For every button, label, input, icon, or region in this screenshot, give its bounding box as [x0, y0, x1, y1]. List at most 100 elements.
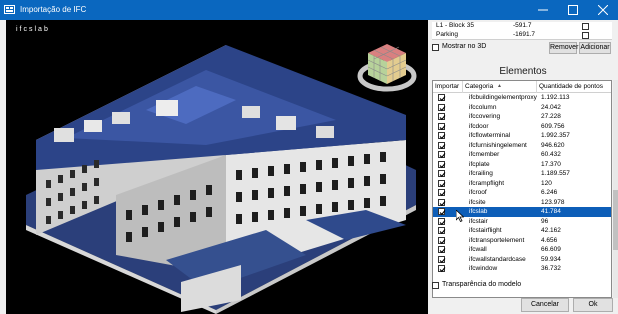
table-row[interactable]: ifcwindow 36.732 — [433, 264, 611, 274]
column-header-category[interactable]: Categoria ▲ — [463, 81, 537, 93]
column-header-point-count[interactable]: Quantidade de pontos — [537, 81, 611, 93]
add-button[interactable]: Adicionar — [579, 42, 611, 54]
close-button[interactable] — [588, 0, 618, 20]
category-cell: ifccolumn — [469, 103, 497, 111]
3d-viewport[interactable]: ifcslab — [6, 20, 428, 314]
import-checkbox[interactable] — [438, 265, 446, 273]
point-count-cell: 609.756 — [541, 122, 565, 130]
category-cell: ifcwindow — [469, 265, 498, 272]
close-icon — [598, 5, 608, 15]
import-checkbox[interactable] — [438, 141, 446, 149]
import-checkbox[interactable] — [438, 227, 446, 235]
navigation-cube-icon[interactable] — [356, 38, 418, 100]
level-checkbox[interactable] — [582, 23, 589, 30]
table-row[interactable]: ifcrailing 1.189.557 — [433, 169, 611, 179]
checkmark-icon — [439, 181, 446, 187]
table-row[interactable]: ifcwall 66.609 — [433, 245, 611, 255]
maximize-button[interactable] — [558, 0, 588, 20]
category-cell: ifcstair — [469, 217, 488, 225]
point-count-cell: 60.432 — [541, 151, 561, 158]
point-count-cell: 4.656 — [541, 236, 558, 244]
checkmark-icon — [439, 143, 446, 149]
level-elevation: -1691.7 — [513, 31, 536, 38]
minimize-button[interactable] — [528, 0, 558, 20]
sort-ascending-icon: ▲ — [497, 83, 502, 89]
settings-panel: L1 - Block 35 -591.7 Parking -1691.7 Mos… — [428, 20, 618, 314]
import-checkbox[interactable] — [438, 255, 446, 263]
elements-title: Elementos — [499, 66, 547, 77]
category-cell: ifcfurnishingelement — [469, 141, 527, 149]
column-header-import[interactable]: Importar — [433, 81, 463, 93]
category-cell: ifcrampflight — [469, 179, 505, 187]
checkmark-icon — [439, 191, 446, 197]
checkmark-icon — [439, 96, 446, 102]
point-count-cell: 120 — [541, 179, 552, 187]
table-row[interactable]: ifctransportelement 4.656 — [433, 236, 611, 246]
table-row[interactable]: ifcfurnishingelement 946.620 — [433, 141, 611, 151]
table-row[interactable]: ifccovering 27.228 — [433, 112, 611, 122]
show-in-3d-checkbox[interactable] — [432, 44, 439, 51]
checkmark-icon — [439, 134, 446, 140]
checkmark-icon — [439, 172, 446, 178]
ok-button[interactable]: Ok — [573, 298, 613, 312]
import-checkbox[interactable] — [438, 122, 446, 130]
import-checkbox[interactable] — [438, 208, 446, 216]
checkmark-icon — [439, 248, 446, 254]
category-cell: ifcwallstandardcase — [469, 255, 526, 263]
title-bar[interactable]: Importação de IFC — [0, 0, 618, 20]
table-row[interactable]: ifcsite 123.978 — [433, 198, 611, 208]
point-count-cell: 27.228 — [541, 113, 561, 120]
scrollbar-thumb[interactable] — [613, 190, 618, 250]
table-row[interactable]: ifcrampflight 120 — [433, 179, 611, 189]
table-row[interactable]: ifccolumn 24.042 — [433, 103, 611, 113]
level-row[interactable]: Parking -1691.7 — [432, 31, 612, 40]
import-checkbox[interactable] — [438, 236, 446, 244]
point-count-cell: 59.934 — [541, 255, 561, 263]
category-cell: ifcsite — [469, 198, 486, 206]
import-checkbox[interactable] — [438, 246, 446, 254]
level-name: Parking — [436, 31, 459, 38]
category-cell: ifcmember — [469, 151, 500, 158]
table-row[interactable]: ifcwallstandardcase 59.934 — [433, 255, 611, 265]
show-in-3d-label: Mostrar no 3D — [442, 43, 487, 50]
category-cell: ifcplate — [469, 160, 490, 168]
import-checkbox[interactable] — [438, 217, 446, 225]
minimize-icon — [538, 9, 548, 11]
table-row[interactable]: ifcflowterminal 1.992.357 — [433, 131, 611, 141]
table-row[interactable]: ifcmember 60.432 — [433, 150, 611, 160]
table-row[interactable]: ifcplate 17.370 — [433, 160, 611, 170]
import-checkbox[interactable] — [438, 160, 446, 168]
checkmark-icon — [439, 200, 446, 206]
category-cell: ifccovering — [469, 113, 501, 120]
category-cell: ifcwall — [469, 246, 487, 253]
import-checkbox[interactable] — [438, 179, 446, 187]
import-checkbox[interactable] — [438, 189, 446, 197]
checkmark-icon — [439, 153, 446, 159]
cancel-button[interactable]: Cancelar — [521, 298, 569, 312]
point-count-cell: 66.609 — [541, 246, 561, 253]
import-checkbox[interactable] — [438, 170, 446, 178]
level-row[interactable]: L1 - Block 35 -591.7 — [432, 22, 612, 31]
checkmark-icon — [439, 219, 446, 225]
table-row[interactable]: ifcroof 6.246 — [433, 188, 611, 198]
mouse-cursor-icon — [456, 210, 464, 222]
table-row[interactable]: ifcbuildingelementproxy 1.192.113 — [433, 93, 611, 103]
import-checkbox[interactable] — [438, 103, 446, 111]
model-transparency-checkbox[interactable] — [432, 282, 439, 289]
levels-list: L1 - Block 35 -591.7 Parking -1691.7 — [432, 22, 612, 40]
category-cell: ifcstairflight — [469, 227, 502, 234]
point-count-cell: 17.370 — [541, 160, 561, 168]
vertical-scrollbar[interactable] — [613, 80, 618, 298]
table-row[interactable]: ifcdoor 609.756 — [433, 122, 611, 132]
remove-button[interactable]: Remover — [549, 42, 578, 54]
table-header: Importar Categoria ▲ Quantidade de ponto… — [433, 81, 611, 93]
level-checkbox[interactable] — [582, 32, 589, 39]
import-checkbox[interactable] — [438, 113, 446, 121]
import-checkbox[interactable] — [438, 151, 446, 159]
import-checkbox[interactable] — [438, 94, 446, 102]
table-row[interactable]: ifcstairflight 42.162 — [433, 226, 611, 236]
point-count-cell: 1.192.113 — [541, 94, 570, 101]
import-checkbox[interactable] — [438, 198, 446, 206]
import-checkbox[interactable] — [438, 132, 446, 140]
elements-table: Importar Categoria ▲ Quantidade de ponto… — [432, 80, 612, 298]
